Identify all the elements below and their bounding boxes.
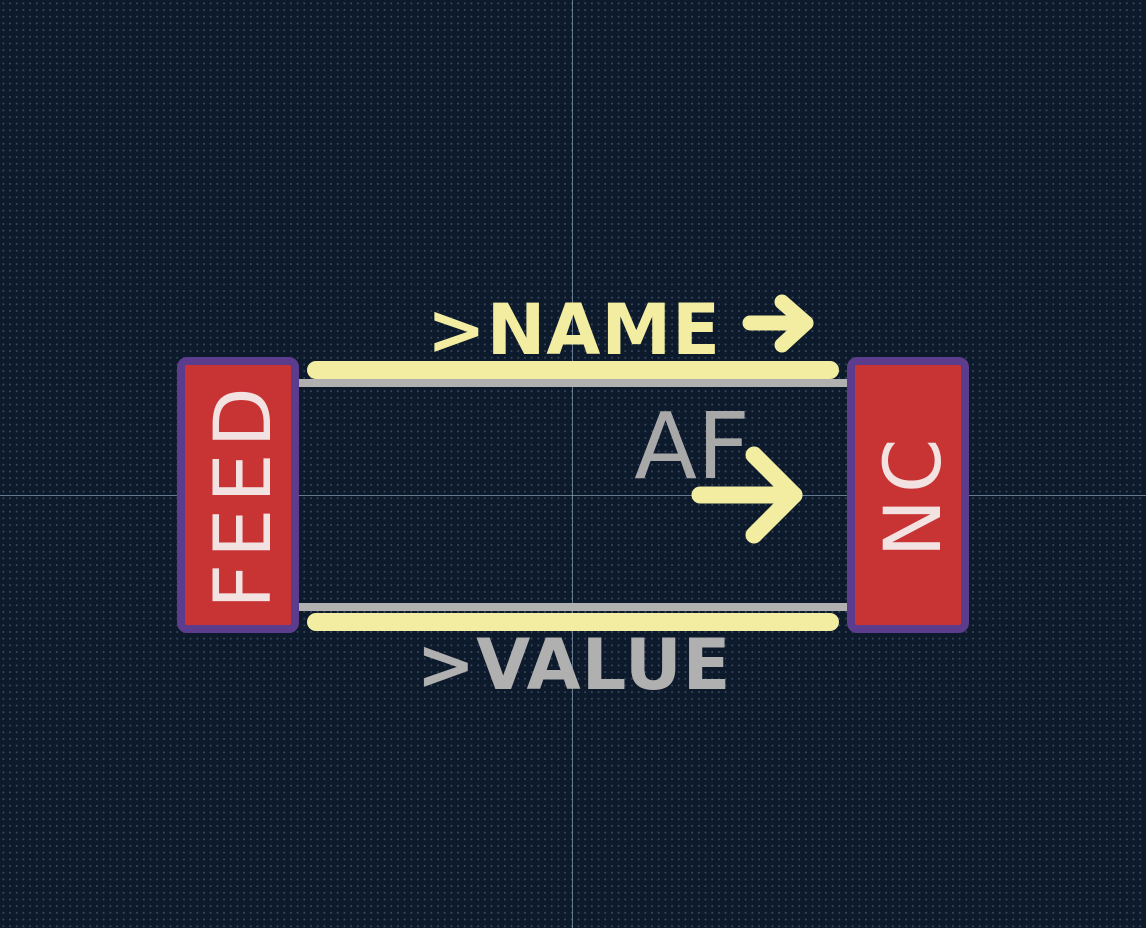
reference-label: AF [634, 393, 750, 500]
pad-nc[interactable]: NC [847, 357, 969, 633]
pad-nc-label: NC [869, 433, 959, 558]
value-label: >VALUE [416, 624, 731, 706]
pad-feed[interactable]: FEED [177, 357, 299, 633]
name-label: >NAME [427, 289, 721, 371]
pad-feed-label: FEED [199, 381, 289, 609]
pcb-canvas[interactable]: FEED NC >NAME AF >VALUE [0, 0, 1146, 928]
orientation-arrow-icon [742, 294, 814, 353]
